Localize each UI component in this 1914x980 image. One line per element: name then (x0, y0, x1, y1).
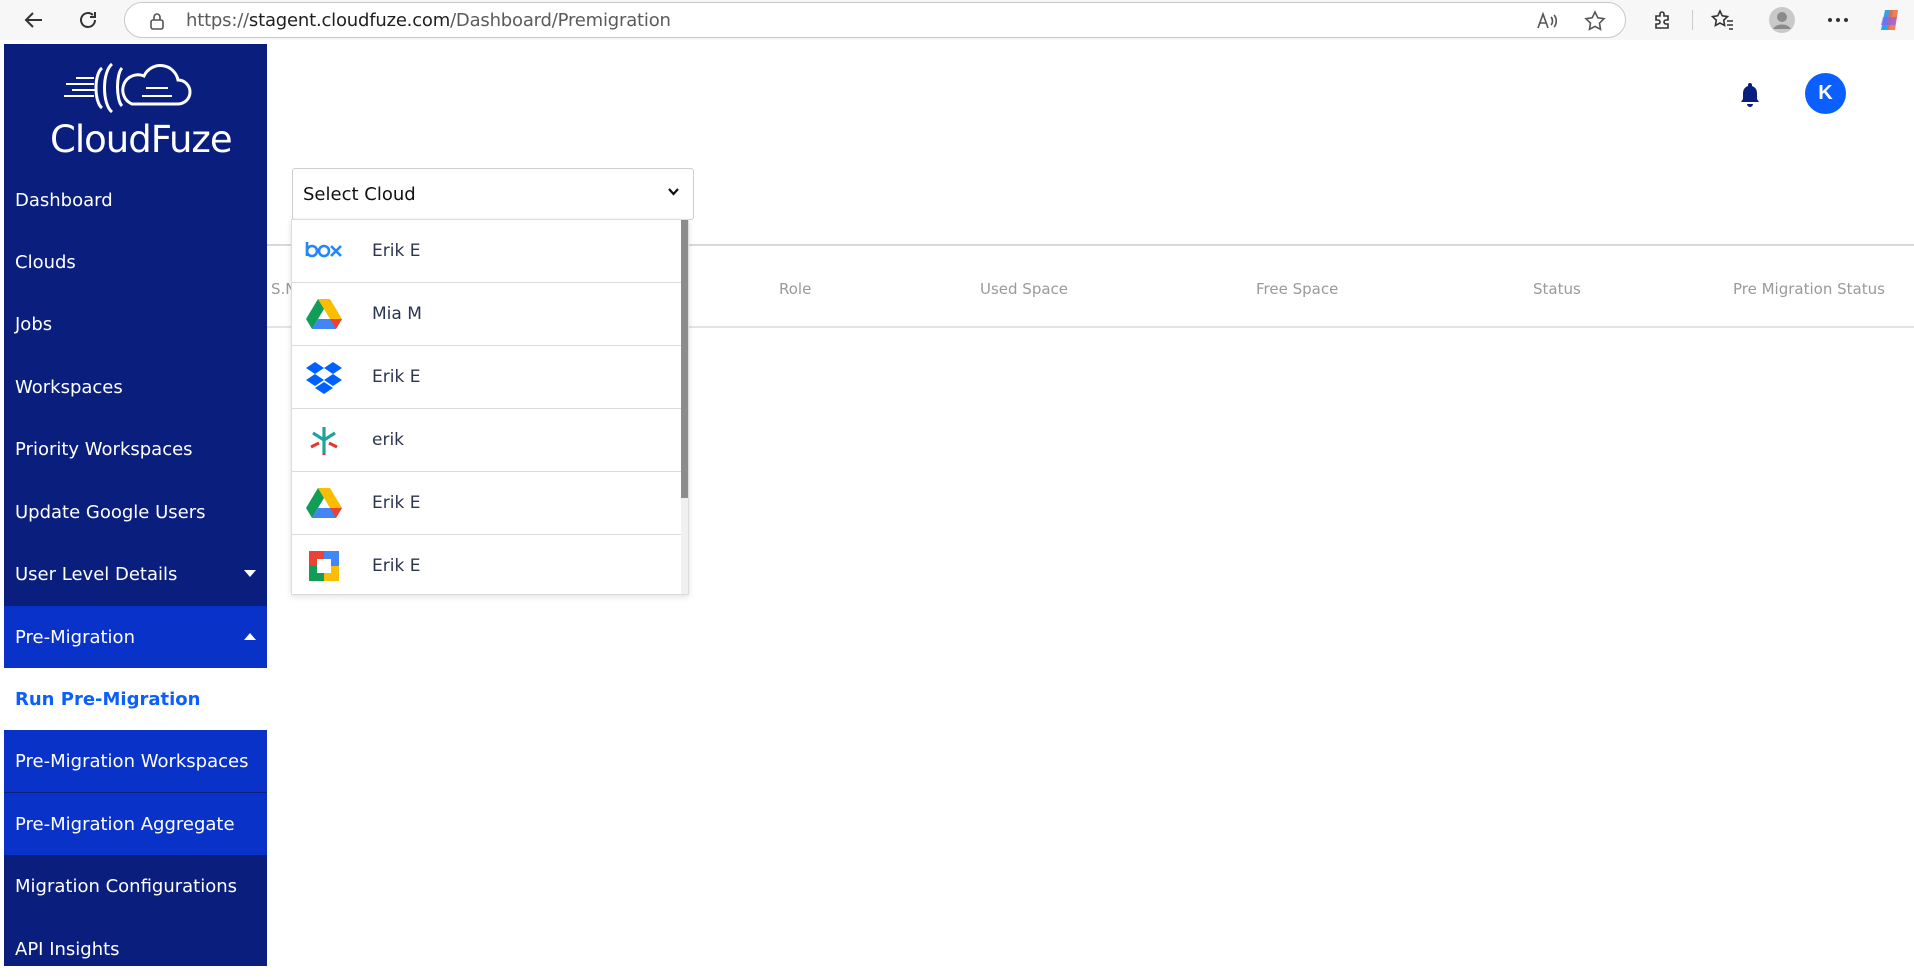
lock-icon (150, 13, 164, 30)
reload-button[interactable] (70, 2, 106, 38)
dropdown-scrollbar-thumb[interactable] (681, 220, 688, 498)
user-avatar[interactable]: K (1805, 73, 1846, 114)
more-icon (1828, 18, 1848, 22)
puzzle-icon (1655, 11, 1669, 29)
sidebar-item-run-pre-migration[interactable]: Run Pre-Migration (4, 668, 267, 730)
read-aloud-icon[interactable] (1536, 11, 1558, 31)
reload-icon (80, 12, 96, 28)
sidebar-item-api-insights[interactable]: API Insights (4, 918, 267, 980)
select-cloud-dropdown[interactable]: Select Cloud (292, 168, 694, 220)
browser-toolbar: https://stagent.cloudfuze.com/Dashboard/… (0, 0, 1914, 40)
google-drive-icon (304, 296, 344, 332)
more-button[interactable] (1822, 4, 1854, 36)
google-chat-icon (304, 548, 344, 584)
caret-up-icon (244, 633, 256, 640)
dropbox-icon (304, 359, 344, 395)
sidebar-item-label: Run Pre-Migration (15, 688, 201, 710)
column-header-used-space: Used Space (980, 280, 1069, 298)
back-button[interactable] (16, 2, 52, 38)
sidebar-item-label: Pre-Migration (15, 626, 135, 648)
address-bar[interactable]: https://stagent.cloudfuze.com/Dashboard/… (124, 2, 1626, 38)
bell-icon[interactable] (1736, 80, 1764, 108)
cloud-option[interactable]: Erik E (292, 220, 688, 283)
sidebar-item-label: Priority Workspaces (15, 438, 193, 460)
arrow-left-icon (24, 12, 42, 28)
profile-button[interactable] (1766, 4, 1798, 36)
sidebar-item-priority-workspaces[interactable]: Priority Workspaces (4, 418, 267, 480)
cloudfuze-logo[interactable]: CloudFuze (4, 44, 267, 161)
profile-icon (1769, 7, 1795, 33)
favorites-button[interactable] (1707, 4, 1739, 36)
copilot-icon (1881, 10, 1898, 30)
toolbar-divider (1692, 10, 1693, 30)
sidebar-item-label: Pre-Migration Aggregate (15, 813, 235, 835)
sidebar: CloudFuze Dashboard Clouds Jobs Workspac… (4, 44, 267, 966)
cloud-option[interactable]: erik (292, 409, 688, 472)
brand-name: CloudFuze (50, 118, 233, 161)
sidebar-item-user-level-details[interactable]: User Level Details (4, 543, 267, 605)
sidebar-item-label: Jobs (15, 313, 53, 335)
dropdown-scrollbar[interactable] (681, 220, 688, 594)
cloud-option-label: erik (372, 430, 405, 450)
url-text: https://stagent.cloudfuze.com/Dashboard/… (186, 9, 671, 31)
select-cloud-value: Select Cloud (303, 183, 416, 205)
sidebar-item-jobs[interactable]: Jobs (4, 293, 267, 355)
caret-down-icon (244, 570, 256, 577)
chevron-down-icon (668, 188, 679, 196)
cloud-option[interactable]: Erik E (292, 472, 688, 535)
sidebar-item-label: Pre-Migration Workspaces (15, 750, 249, 772)
cloud-option[interactable]: Erik E (292, 346, 688, 409)
egnyte-icon (304, 422, 344, 458)
column-header-status: Status (1533, 280, 1581, 298)
sidebar-item-label: Update Google Users (15, 501, 206, 523)
sidebar-item-clouds[interactable]: Clouds (4, 231, 267, 293)
sidebar-item-pre-migration-aggregate[interactable]: Pre-Migration Aggregate (4, 793, 267, 855)
box-icon (304, 233, 344, 269)
sidebar-item-label: Clouds (15, 251, 76, 273)
cloud-option-label: Erik E (372, 493, 421, 513)
sidebar-item-pre-migration-workspaces[interactable]: Pre-Migration Workspaces (4, 730, 267, 792)
column-header-role: Role (779, 280, 812, 298)
cloud-option-label: Erik E (372, 556, 421, 576)
cloud-option-label: Mia M (372, 304, 422, 324)
cloud-option-label: Erik E (372, 367, 421, 387)
google-drive-icon (304, 485, 344, 521)
star-icon[interactable] (1584, 10, 1606, 32)
favorites-icon (1711, 9, 1733, 30)
sidebar-item-pre-migration[interactable]: Pre-Migration (4, 606, 267, 668)
sidebar-item-migration-configurations[interactable]: Migration Configurations (4, 855, 267, 917)
extensions-button[interactable] (1647, 4, 1679, 36)
cloud-option[interactable]: Erik E (292, 535, 688, 594)
sidebar-item-dashboard[interactable]: Dashboard (4, 169, 267, 231)
sidebar-item-workspaces[interactable]: Workspaces (4, 356, 267, 418)
column-header-free-space: Free Space (1256, 280, 1339, 298)
sidebar-item-label: Workspaces (15, 376, 123, 398)
cloud-options-list: Erik E Mia M Erik E erik Erik E Erik E (291, 219, 689, 595)
sidebar-item-label: API Insights (15, 938, 120, 960)
cloud-option[interactable]: Mia M (292, 283, 688, 346)
sidebar-item-label: Migration Configurations (15, 875, 238, 897)
sidebar-item-label: User Level Details (15, 563, 178, 585)
cloud-option-label: Erik E (372, 241, 421, 261)
copilot-button[interactable] (1874, 4, 1906, 36)
column-header-pre-migration-status: Pre Migration Status (1733, 280, 1885, 298)
sidebar-item-update-google-users[interactable]: Update Google Users (4, 481, 267, 543)
sidebar-item-label: Dashboard (15, 189, 113, 211)
cloudfuze-logo-icon (64, 62, 192, 114)
